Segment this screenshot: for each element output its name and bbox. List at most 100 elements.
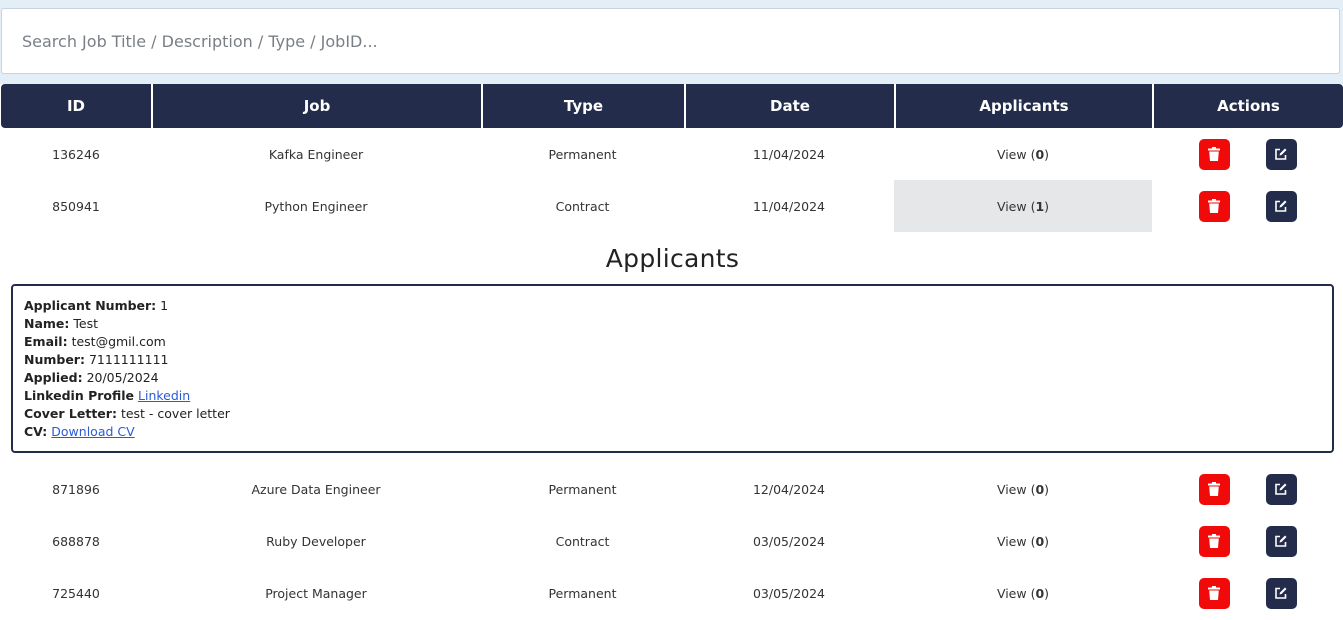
applicant-card: Applicant Number: 1 Name: Test Email: te… — [11, 284, 1334, 453]
view-label: View — [996, 533, 1027, 549]
job-title: Ruby Developer — [151, 515, 481, 567]
applicants-cell: View (1) — [894, 180, 1152, 232]
applicant-number: 1 — [160, 298, 169, 313]
applicant-applied-line: Applied: 20/05/2024 — [24, 369, 1321, 387]
job-id: 136246 — [1, 128, 151, 180]
applicant-count: 0 — [1035, 146, 1045, 162]
edit-button[interactable] — [1265, 525, 1297, 557]
job-title: Kafka Engineer — [151, 128, 481, 180]
job-id: 850941 — [1, 180, 151, 232]
trash-icon — [1208, 199, 1220, 213]
actions-cell — [1152, 128, 1343, 180]
edit-button[interactable] — [1265, 138, 1297, 170]
column-header-actions: Actions — [1152, 84, 1343, 128]
delete-button[interactable] — [1198, 473, 1230, 505]
edit-icon — [1275, 483, 1287, 495]
applicant-count: 1 — [1035, 198, 1045, 214]
column-header-date: Date — [684, 84, 894, 128]
job-type: Permanent — [481, 567, 684, 619]
table-row: 725440 Project Manager Permanent 03/05/2… — [1, 567, 1343, 619]
edit-icon — [1275, 148, 1287, 160]
column-header-type: Type — [481, 84, 684, 128]
applicant-phone-line: Number: 7111111111 — [24, 351, 1321, 369]
edit-button[interactable] — [1265, 473, 1297, 505]
search-box — [1, 8, 1340, 74]
job-date: 11/04/2024 — [684, 128, 894, 180]
applicant-count: 0 — [1035, 481, 1045, 497]
linkedin-link[interactable]: Linkedin — [138, 388, 190, 403]
delete-button[interactable] — [1198, 190, 1230, 222]
applicant-name-line: Name: Test — [24, 315, 1321, 333]
job-id: 871896 — [1, 463, 151, 515]
applicants-panel: Applicants Applicant Number: 1 Name: Tes… — [1, 232, 1343, 463]
table-row: 850941 Python Engineer Contract 11/04/20… — [1, 180, 1343, 232]
applicants-cell: View (0) — [894, 567, 1152, 619]
actions-cell — [1152, 567, 1343, 619]
job-title: Project Manager — [151, 567, 481, 619]
applicants-expanded-row: Applicants Applicant Number: 1 Name: Tes… — [1, 232, 1343, 463]
column-header-id: ID — [1, 84, 151, 128]
applicant-cover-line: Cover Letter: test - cover letter — [24, 405, 1321, 423]
jobs-table: ID Job Type Date Applicants Actions 1362… — [1, 84, 1343, 619]
job-title: Azure Data Engineer — [151, 463, 481, 515]
applicant-count: 0 — [1035, 585, 1045, 601]
applicant-cover-letter: test - cover letter — [120, 406, 230, 421]
job-id: 725440 — [1, 567, 151, 619]
job-date: 12/04/2024 — [684, 463, 894, 515]
job-date: 03/05/2024 — [684, 515, 894, 567]
table-row: 688878 Ruby Developer Contract 03/05/202… — [1, 515, 1343, 567]
job-id: 688878 — [1, 515, 151, 567]
applicants-heading: Applicants — [605, 244, 740, 273]
edit-button[interactable] — [1265, 190, 1297, 222]
view-applicants-link[interactable]: View (0) — [997, 147, 1049, 162]
applicant-email-line: Email: test@gmil.com — [24, 333, 1321, 351]
search-input[interactable] — [2, 9, 1339, 73]
view-applicants-link[interactable]: View (1) — [997, 199, 1049, 214]
delete-button[interactable] — [1198, 138, 1230, 170]
job-date: 11/04/2024 — [684, 180, 894, 232]
view-label: View — [996, 146, 1027, 162]
applicant-cv-label: CV: — [24, 424, 48, 439]
applicant-cover-label: Cover Letter: — [24, 406, 117, 421]
trash-icon — [1208, 147, 1220, 161]
applicants-cell: View (0) — [894, 515, 1152, 567]
applicant-name: Test — [73, 316, 99, 331]
applicant-applied-date: 20/05/2024 — [86, 370, 159, 385]
edit-button[interactable] — [1265, 577, 1297, 609]
applicant-phone-label: Number: — [24, 352, 85, 367]
table-row: 136246 Kafka Engineer Permanent 11/04/20… — [1, 128, 1343, 180]
table-header-row: ID Job Type Date Applicants Actions — [1, 84, 1343, 128]
applicant-email: test@gmil.com — [71, 334, 166, 349]
applicants-cell: View (0) — [894, 463, 1152, 515]
applicant-linkedin-line: Linkedin Profile Linkedin — [24, 387, 1321, 405]
edit-icon — [1275, 587, 1287, 599]
trash-icon — [1208, 534, 1220, 548]
applicant-number-label: Applicant Number: — [24, 298, 157, 313]
delete-button[interactable] — [1198, 577, 1230, 609]
download-cv-link[interactable]: Download CV — [51, 424, 134, 439]
applicant-linkedin-label: Linkedin Profile — [24, 388, 135, 403]
actions-cell — [1152, 515, 1343, 567]
edit-icon — [1275, 535, 1287, 547]
applicant-cv-line: CV: Download CV — [24, 423, 1321, 441]
delete-button[interactable] — [1198, 525, 1230, 557]
applicant-count: 0 — [1035, 533, 1045, 549]
view-label: View — [996, 481, 1027, 497]
view-applicants-link[interactable]: View (0) — [997, 534, 1049, 549]
actions-cell — [1152, 180, 1343, 232]
applicant-number-line: Applicant Number: 1 — [24, 297, 1321, 315]
job-type: Contract — [481, 515, 684, 567]
job-date: 03/05/2024 — [684, 567, 894, 619]
applicant-applied-label: Applied: — [24, 370, 83, 385]
applicant-email-label: Email: — [24, 334, 68, 349]
actions-cell — [1152, 463, 1343, 515]
job-type: Permanent — [481, 128, 684, 180]
job-type: Permanent — [481, 463, 684, 515]
job-type: Contract — [481, 180, 684, 232]
view-applicants-link[interactable]: View (0) — [997, 586, 1049, 601]
edit-icon — [1275, 200, 1287, 212]
trash-icon — [1208, 586, 1220, 600]
job-title: Python Engineer — [151, 180, 481, 232]
column-header-applicants: Applicants — [894, 84, 1152, 128]
view-applicants-link[interactable]: View (0) — [997, 482, 1049, 497]
